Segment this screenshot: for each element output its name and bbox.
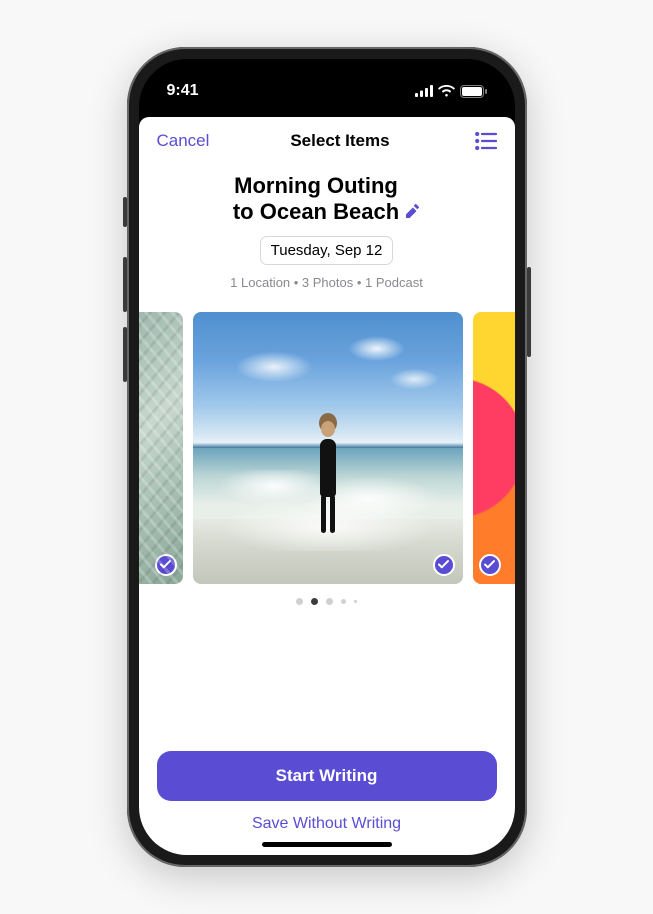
side-button	[123, 197, 127, 227]
title-row[interactable]: Morning Outing to Ocean Beach	[233, 173, 420, 226]
photo-subject	[311, 421, 345, 541]
save-without-writing-button[interactable]: Save Without Writing	[252, 815, 401, 833]
battery-icon	[460, 85, 487, 98]
home-indicator[interactable]	[262, 842, 392, 847]
start-writing-button[interactable]: Start Writing	[157, 751, 497, 801]
check-icon	[438, 560, 449, 569]
page-title: Select Items	[290, 131, 389, 151]
photo-sky	[193, 312, 463, 434]
wifi-icon	[438, 85, 455, 97]
side-button	[527, 267, 531, 357]
selection-check[interactable]	[479, 554, 501, 576]
header-block: Morning Outing to Ocean Beach Tuesday, S…	[139, 161, 515, 296]
dot	[326, 598, 333, 605]
side-button	[123, 257, 127, 312]
date-picker[interactable]: Tuesday, Sep 12	[260, 236, 394, 265]
side-button	[123, 327, 127, 382]
carousel-item-next[interactable]	[473, 312, 515, 584]
page-indicator	[139, 598, 515, 605]
dot	[341, 599, 346, 604]
dynamic-island	[268, 71, 386, 105]
cellular-icon	[415, 85, 433, 97]
carousel-item-current[interactable]	[193, 312, 463, 584]
dot-active	[311, 598, 318, 605]
title-line-1: Morning Outing	[234, 173, 398, 198]
phone-frame: 9:41 Cancel Select Items	[127, 47, 527, 867]
status-time: 9:41	[167, 82, 199, 100]
dot	[354, 600, 357, 603]
list-icon	[475, 132, 497, 150]
carousel-item-prev[interactable]	[139, 312, 183, 584]
app-content: Cancel Select Items	[139, 117, 515, 855]
media-carousel[interactable]	[139, 312, 515, 584]
list-view-button[interactable]	[471, 132, 497, 150]
selection-check[interactable]	[155, 554, 177, 576]
nav-bar: Cancel Select Items	[139, 117, 515, 161]
screen: 9:41 Cancel Select Items	[139, 59, 515, 855]
dot	[296, 598, 303, 605]
check-icon	[484, 560, 495, 569]
entry-title: Morning Outing to Ocean Beach	[233, 173, 399, 226]
selection-check[interactable]	[433, 554, 455, 576]
bottom-actions: Start Writing Save Without Writing	[139, 751, 515, 855]
pencil-icon[interactable]	[405, 203, 420, 223]
status-right	[415, 85, 487, 98]
meta-summary: 1 Location • 3 Photos • 1 Podcast	[159, 275, 495, 290]
cancel-button[interactable]: Cancel	[157, 131, 210, 151]
check-icon	[160, 560, 171, 569]
title-line-2: to Ocean Beach	[233, 199, 399, 224]
